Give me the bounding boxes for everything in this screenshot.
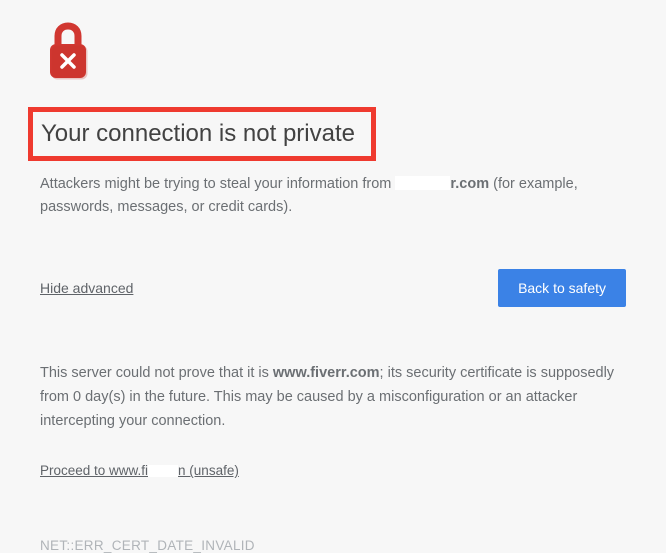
proceed-unsafe-link[interactable]: Proceed to www.fi n (unsafe): [40, 463, 239, 478]
proceed-prefix: Proceed to www.fi: [40, 463, 148, 478]
hide-advanced-link[interactable]: Hide advanced: [40, 280, 133, 296]
actions-row: Hide advanced Back to safety: [40, 269, 626, 307]
redacted-proceed-domain: [148, 465, 178, 477]
back-to-safety-button[interactable]: Back to safety: [498, 269, 626, 307]
subtext-domain-suffix: r.com: [450, 176, 489, 192]
certificate-detail-text: This server could not prove that it is w…: [40, 362, 626, 434]
detail-domain: www.fiverr.com: [273, 365, 380, 381]
heading-highlight-box: Your connection is not private: [28, 107, 376, 161]
redacted-domain: [395, 176, 450, 190]
proceed-suffix: n (unsafe): [178, 463, 239, 478]
subtext-prefix: Attackers might be trying to steal your …: [40, 176, 395, 192]
page-title: Your connection is not private: [41, 120, 355, 148]
detail-prefix: This server could not prove that it is: [40, 365, 273, 381]
lock-warning-icon: [40, 20, 626, 87]
warning-subtext: Attackers might be trying to steal your …: [40, 173, 626, 219]
error-code: NET::ERR_CERT_DATE_INVALID: [40, 538, 626, 553]
